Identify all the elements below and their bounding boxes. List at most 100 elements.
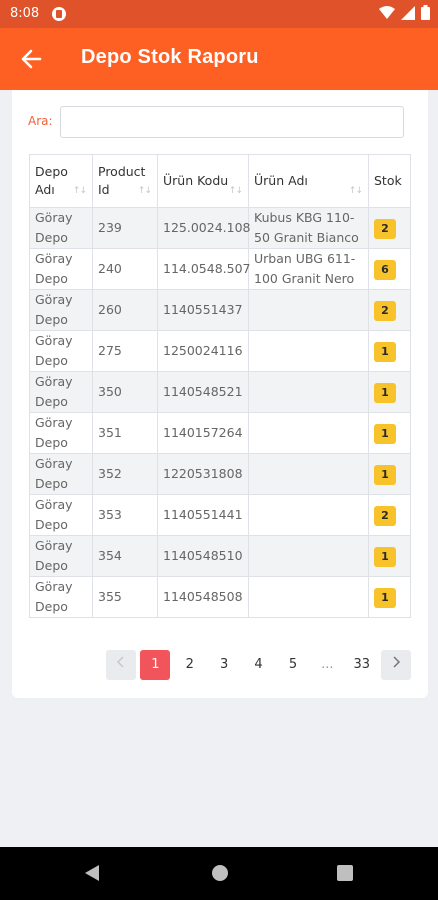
column-header-label: Ürün Adı [254, 173, 308, 188]
battery-icon [421, 5, 430, 20]
search-input[interactable] [60, 106, 404, 138]
cell-urun-kodu: 1140548510 [157, 535, 249, 577]
cell-stok: 1 [368, 453, 411, 495]
prev-page-button[interactable] [106, 650, 136, 680]
cell-urun-kodu: 1220531808 [157, 453, 249, 495]
cell-stok: 6 [368, 248, 411, 290]
column-header-product-id[interactable]: Product Id ↑↓ [92, 154, 158, 208]
home-circle-icon[interactable] [212, 865, 228, 881]
table-row: Göray Depo 350 1140548521 1 [29, 371, 411, 413]
cell-stok: 1 [368, 330, 411, 372]
table-row: Göray Depo 260 1140551437 2 [29, 289, 411, 331]
stock-badge: 2 [374, 505, 396, 526]
cell-depo: Göray Depo [29, 412, 93, 454]
back-triangle-icon[interactable] [84, 864, 100, 882]
cell-stok: 2 [368, 289, 411, 331]
stock-badge: 1 [374, 546, 396, 567]
cell-urun-kodu: 1140548521 [157, 371, 249, 413]
report-card: Ara: Depo Adı ↑↓ Product Id ↑↓ Ürün Kodu… [12, 90, 428, 698]
cell-depo: Göray Depo [29, 494, 93, 536]
cell-urun-adi [248, 330, 369, 372]
cell-depo: Göray Depo [29, 248, 93, 290]
cell-depo: Göray Depo [29, 576, 93, 618]
cell-depo: Göray Depo [29, 453, 93, 495]
column-header-urun-adi[interactable]: Ürün Adı ↑↓ [248, 154, 369, 208]
cell-product-id: 352 [92, 453, 158, 495]
stock-badge: 2 [374, 218, 396, 239]
search-label: Ara: [28, 114, 53, 128]
table-row: Göray Depo 352 1220531808 1 [29, 453, 411, 495]
cell-product-id: 260 [92, 289, 158, 331]
cell-product-id: 355 [92, 576, 158, 618]
cell-product-id: 275 [92, 330, 158, 372]
cell-urun-adi: Kubus KBG 110-50 Granit Bianco [248, 207, 369, 249]
cell-urun-kodu: 1140548508 [157, 576, 249, 618]
cell-stok: 1 [368, 576, 411, 618]
cell-stok: 2 [368, 494, 411, 536]
cell-product-id: 351 [92, 412, 158, 454]
cell-urun-adi [248, 371, 369, 413]
pagination: 1 2 3 4 5 ... 33 [106, 650, 416, 680]
table-row: Göray Depo 275 1250024116 1 [29, 330, 411, 372]
sort-icon: ↑↓ [137, 186, 152, 196]
page-button-2[interactable]: 2 [175, 650, 205, 680]
column-header-label: Stok [374, 173, 402, 188]
page-button-4[interactable]: 4 [244, 650, 274, 680]
cell-product-id: 350 [92, 371, 158, 413]
cell-depo: Göray Depo [29, 330, 93, 372]
chevron-right-icon [393, 656, 401, 668]
cell-depo: Göray Depo [29, 371, 93, 413]
stock-badge: 1 [374, 464, 396, 485]
sort-icon: ↑↓ [228, 186, 243, 196]
cell-urun-adi: Urban UBG 611-100 Granit Nero [248, 248, 369, 290]
page-title: Depo Stok Raporu [81, 46, 259, 68]
page-button-5[interactable]: 5 [278, 650, 308, 680]
table-row: Göray Depo 239 125.0024.108 Kubus KBG 11… [29, 207, 411, 249]
next-page-button[interactable] [381, 650, 412, 680]
table-row: Göray Depo 354 1140548510 1 [29, 535, 411, 577]
cell-stok: 1 [368, 535, 411, 577]
cell-urun-adi [248, 289, 369, 331]
cell-urun-kodu: 1140551441 [157, 494, 249, 536]
app-notification-icon [52, 7, 66, 21]
status-time: 8:08 [10, 6, 40, 21]
wifi-icon [379, 5, 395, 19]
stock-badge: 1 [374, 423, 396, 444]
cell-product-id: 354 [92, 535, 158, 577]
page-button-3[interactable]: 3 [209, 650, 239, 680]
stock-badge: 6 [374, 259, 396, 280]
page-button-33[interactable]: 33 [347, 650, 377, 680]
recents-square-icon[interactable] [337, 865, 353, 881]
cell-urun-kodu: 1140551437 [157, 289, 249, 331]
cell-urun-adi [248, 453, 369, 495]
stock-badge: 1 [374, 341, 396, 362]
cell-urun-kodu: 125.0024.108 [157, 207, 250, 249]
stock-badge: 1 [374, 382, 396, 403]
stock-table: Depo Adı ↑↓ Product Id ↑↓ Ürün Kodu ↑↓ Ü… [29, 154, 411, 618]
column-header-depo-adi[interactable]: Depo Adı ↑↓ [29, 154, 93, 208]
app-bar: Depo Stok Raporu [0, 28, 438, 90]
cell-urun-kodu: 114.0548.507 [157, 248, 250, 290]
cell-product-id: 353 [92, 494, 158, 536]
cell-urun-adi [248, 494, 369, 536]
table-row: Göray Depo 355 1140548508 1 [29, 576, 411, 618]
table-header-row: Depo Adı ↑↓ Product Id ↑↓ Ürün Kodu ↑↓ Ü… [29, 154, 411, 208]
status-icons [379, 5, 430, 20]
cell-product-id: 240 [92, 248, 158, 290]
page-button-1[interactable]: 1 [140, 650, 171, 680]
page-ellipsis: ... [321, 657, 334, 672]
table-row: Göray Depo 351 1140157264 1 [29, 412, 411, 454]
sort-icon: ↑↓ [72, 186, 87, 196]
sort-icon: ↑↓ [348, 186, 363, 196]
cell-urun-kodu: 1140157264 [157, 412, 249, 454]
cell-stok: 2 [368, 207, 411, 249]
stock-badge: 2 [374, 300, 396, 321]
column-header-urun-kodu[interactable]: Ürün Kodu ↑↓ [157, 154, 249, 208]
chevron-left-icon [116, 656, 124, 668]
system-nav-bar [0, 847, 438, 900]
back-button[interactable] [18, 45, 46, 73]
cell-stok: 1 [368, 412, 411, 454]
stock-badge: 1 [374, 587, 396, 608]
cell-depo: Göray Depo [29, 289, 93, 331]
cell-depo: Göray Depo [29, 207, 93, 249]
